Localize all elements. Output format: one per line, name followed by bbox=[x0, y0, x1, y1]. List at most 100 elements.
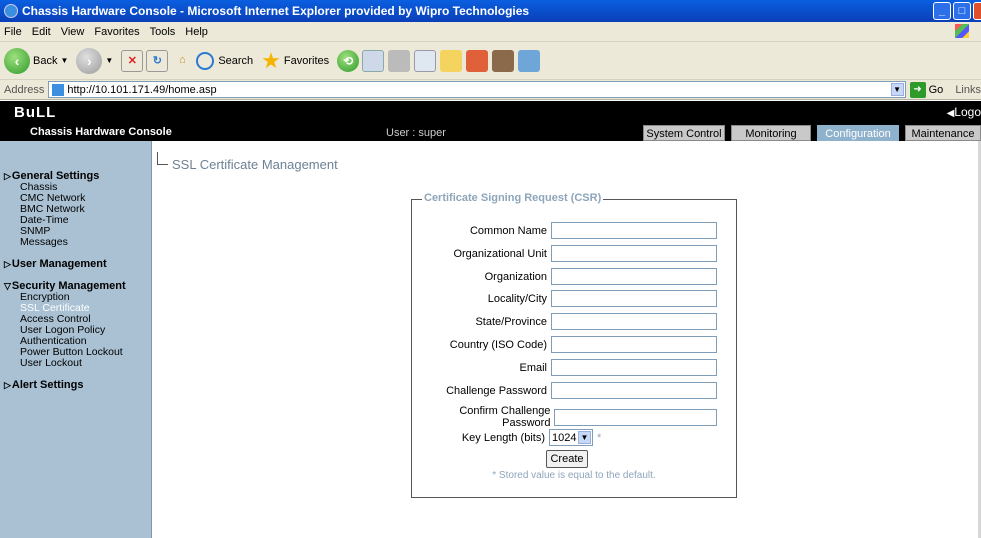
forward-arrow-icon: › bbox=[76, 47, 103, 74]
address-input[interactable]: http://10.101.171.49/home.asp ▼ bbox=[48, 81, 906, 98]
research-icon[interactable] bbox=[492, 49, 515, 72]
address-url: http://10.101.171.49/home.asp bbox=[67, 83, 217, 96]
organizational-unit-label: Organizational Unit bbox=[453, 247, 547, 260]
app-name: Chassis Hardware Console bbox=[30, 126, 172, 138]
menu-edit[interactable]: Edit bbox=[32, 26, 51, 38]
tab-monitoring[interactable]: Monitoring bbox=[731, 125, 811, 141]
user-label: User : super bbox=[386, 127, 446, 139]
create-button[interactable]: Create bbox=[546, 450, 588, 468]
email-label: Email bbox=[519, 361, 547, 374]
menu-help[interactable]: Help bbox=[185, 26, 208, 38]
tab-system-control[interactable]: System Control bbox=[643, 125, 725, 141]
organization-field[interactable] bbox=[551, 268, 717, 285]
minimize-icon[interactable]: _ bbox=[933, 2, 951, 20]
favorites-button[interactable]: ★ Favorites bbox=[261, 48, 329, 74]
close-icon[interactable] bbox=[973, 2, 981, 20]
page-icon bbox=[52, 83, 65, 96]
menu-tools[interactable]: Tools bbox=[150, 26, 176, 38]
locality-row: Locality/City bbox=[411, 290, 717, 307]
country-label: Country (ISO Code) bbox=[449, 338, 547, 351]
search-icon bbox=[196, 51, 215, 70]
tab-maintenance[interactable]: Maintenance bbox=[905, 125, 981, 141]
windows-logo-icon bbox=[955, 24, 969, 38]
organizational-unit-row: Organizational Unit bbox=[411, 245, 717, 262]
triangle-down-icon: ▽ bbox=[4, 281, 11, 291]
menu-bar: File Edit View Favorites Tools Help bbox=[0, 22, 981, 42]
window-title: Chassis Hardware Console - Microsoft Int… bbox=[22, 4, 530, 18]
print-icon[interactable] bbox=[388, 49, 411, 72]
home-icon[interactable]: ⌂ bbox=[171, 50, 193, 72]
maximize-icon[interactable]: □ bbox=[953, 2, 971, 20]
chevron-down-icon[interactable]: ▼ bbox=[578, 431, 591, 444]
default-marker: * bbox=[597, 431, 602, 444]
key-length-row: Key Length (bits) 1024 ▼ * bbox=[411, 429, 717, 446]
stop-icon[interactable]: ✕ bbox=[121, 49, 144, 72]
group-label: Alert Settings bbox=[11, 379, 84, 391]
triangle-right-icon: ▷ bbox=[4, 380, 11, 390]
triangle-right-icon: ▷ bbox=[4, 171, 11, 181]
back-arrow-icon: ‹ bbox=[4, 47, 30, 74]
common-name-label: Common Name bbox=[469, 224, 547, 237]
country-field[interactable] bbox=[551, 336, 717, 353]
go-button[interactable]: ➜ Go bbox=[909, 81, 944, 98]
default-note: * Stored value is equal to the default. bbox=[492, 470, 656, 481]
state-row: State/Province bbox=[411, 313, 717, 330]
locality-field[interactable] bbox=[551, 290, 717, 307]
tab-configuration[interactable]: Configuration bbox=[817, 125, 899, 141]
window-title-bar: Chassis Hardware Console - Microsoft Int… bbox=[0, 0, 981, 22]
menu-view[interactable]: View bbox=[61, 26, 85, 38]
edit-icon[interactable] bbox=[414, 49, 437, 72]
ie-icon bbox=[4, 4, 18, 18]
messenger-icon[interactable] bbox=[518, 49, 541, 72]
bull-logo: BuLL bbox=[14, 104, 57, 121]
chevron-down-icon[interactable]: ▼ bbox=[890, 83, 904, 96]
common-name-row: Common Name bbox=[411, 222, 717, 239]
page-title: SSL Certificate Management bbox=[172, 157, 338, 172]
logout-button[interactable]: ◀Logo bbox=[947, 105, 981, 119]
email-field[interactable] bbox=[551, 359, 717, 376]
organization-row: Organization bbox=[411, 268, 717, 285]
country-row: Country (ISO Code) bbox=[411, 336, 717, 353]
challenge-password-label: Challenge Password bbox=[446, 384, 547, 397]
key-length-select[interactable]: 1024 ▼ bbox=[549, 429, 593, 446]
challenge-password-field[interactable] bbox=[551, 382, 717, 399]
address-label: Address bbox=[4, 83, 45, 96]
email-row: Email bbox=[411, 359, 717, 376]
common-name-field[interactable] bbox=[551, 222, 717, 239]
sidebar-group-user-management[interactable]: ▷ User Management bbox=[0, 258, 151, 270]
sidebar-group-alert-settings[interactable]: ▷ Alert Settings bbox=[0, 379, 151, 391]
chevron-down-icon: ▼ bbox=[60, 56, 69, 65]
search-button[interactable]: Search bbox=[196, 51, 253, 70]
mail-icon[interactable] bbox=[362, 49, 385, 72]
triangle-right-icon: ▷ bbox=[4, 259, 11, 269]
forward-button[interactable]: › ▼ bbox=[76, 47, 113, 74]
organizational-unit-field[interactable] bbox=[551, 245, 717, 262]
window-controls: _ □ bbox=[933, 2, 981, 20]
refresh-icon[interactable]: ↻ bbox=[146, 49, 169, 72]
favorites-label: Favorites bbox=[283, 54, 330, 67]
csr-legend: Certificate Signing Request (CSR) bbox=[422, 192, 604, 204]
pdf-icon[interactable] bbox=[466, 49, 489, 72]
state-label: State/Province bbox=[475, 315, 547, 328]
sidebar-item-messages[interactable]: Messages bbox=[0, 237, 151, 248]
locality-label: Locality/City bbox=[487, 292, 547, 305]
folder-icon[interactable] bbox=[440, 49, 463, 72]
address-bar: Address http://10.101.171.49/home.asp ▼ … bbox=[0, 80, 981, 100]
star-icon: ★ bbox=[261, 47, 281, 73]
go-label: Go bbox=[928, 83, 944, 96]
logout-label: Logo bbox=[954, 105, 981, 119]
state-field[interactable] bbox=[551, 313, 717, 330]
sidebar-item-user-lockout[interactable]: User Lockout bbox=[0, 358, 151, 369]
history-icon[interactable]: ⟲ bbox=[337, 49, 360, 72]
back-button[interactable]: ‹ Back ▼ bbox=[4, 47, 69, 74]
menu-file[interactable]: File bbox=[4, 26, 22, 38]
menu-favorites[interactable]: Favorites bbox=[94, 26, 139, 38]
app-header: BuLL ◀Logo Chassis Hardware Console User… bbox=[0, 101, 981, 141]
organization-label: Organization bbox=[484, 270, 547, 283]
key-length-label: Key Length (bits) bbox=[461, 431, 545, 444]
confirm-password-row: Confirm Challenge Password bbox=[411, 405, 717, 429]
confirm-password-field[interactable] bbox=[554, 408, 717, 426]
main-tabs: System Control Monitoring Configuration … bbox=[643, 125, 981, 141]
challenge-password-row: Challenge Password bbox=[411, 382, 717, 399]
links-button[interactable]: Links bbox=[955, 84, 981, 96]
